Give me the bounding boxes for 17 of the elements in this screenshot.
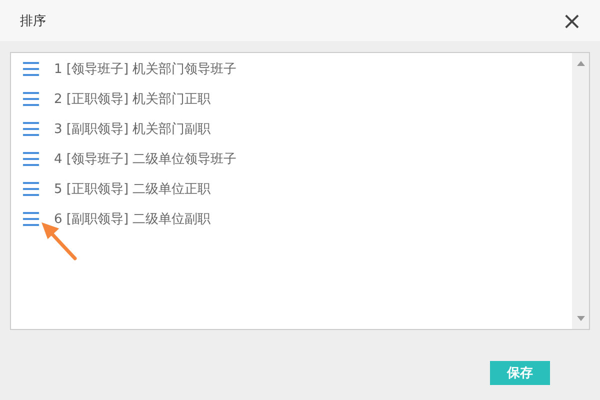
drag-handle-icon[interactable] <box>23 152 39 166</box>
list-item-label[interactable]: 6 [副职领导] 二级单位副职 <box>54 210 211 228</box>
list-item-label[interactable]: 1 [领导班子] 机关部门领导班子 <box>54 60 237 78</box>
drag-handle-icon[interactable] <box>23 212 39 226</box>
close-button[interactable]: × <box>558 8 586 32</box>
scroll-up-icon[interactable] <box>576 61 584 66</box>
list-item-label[interactable]: 5 [正职领导] 二级单位正职 <box>54 180 211 198</box>
list-item-label[interactable]: 2 [正职领导] 机关部门正职 <box>54 90 211 108</box>
dialog-title: 排序 <box>20 12 46 30</box>
drag-handle-icon[interactable] <box>23 182 39 196</box>
scroll-down-icon[interactable] <box>576 316 584 321</box>
scrollbar[interactable] <box>572 53 589 329</box>
drag-handle-icon[interactable] <box>23 92 39 106</box>
drag-handle-icon[interactable] <box>23 62 39 76</box>
list-item-label[interactable]: 3 [副职领导] 机关部门副职 <box>54 120 211 138</box>
drag-handle-icon[interactable] <box>23 122 39 136</box>
list-item-label[interactable]: 4 [领导班子] 二级单位领导班子 <box>54 150 237 168</box>
